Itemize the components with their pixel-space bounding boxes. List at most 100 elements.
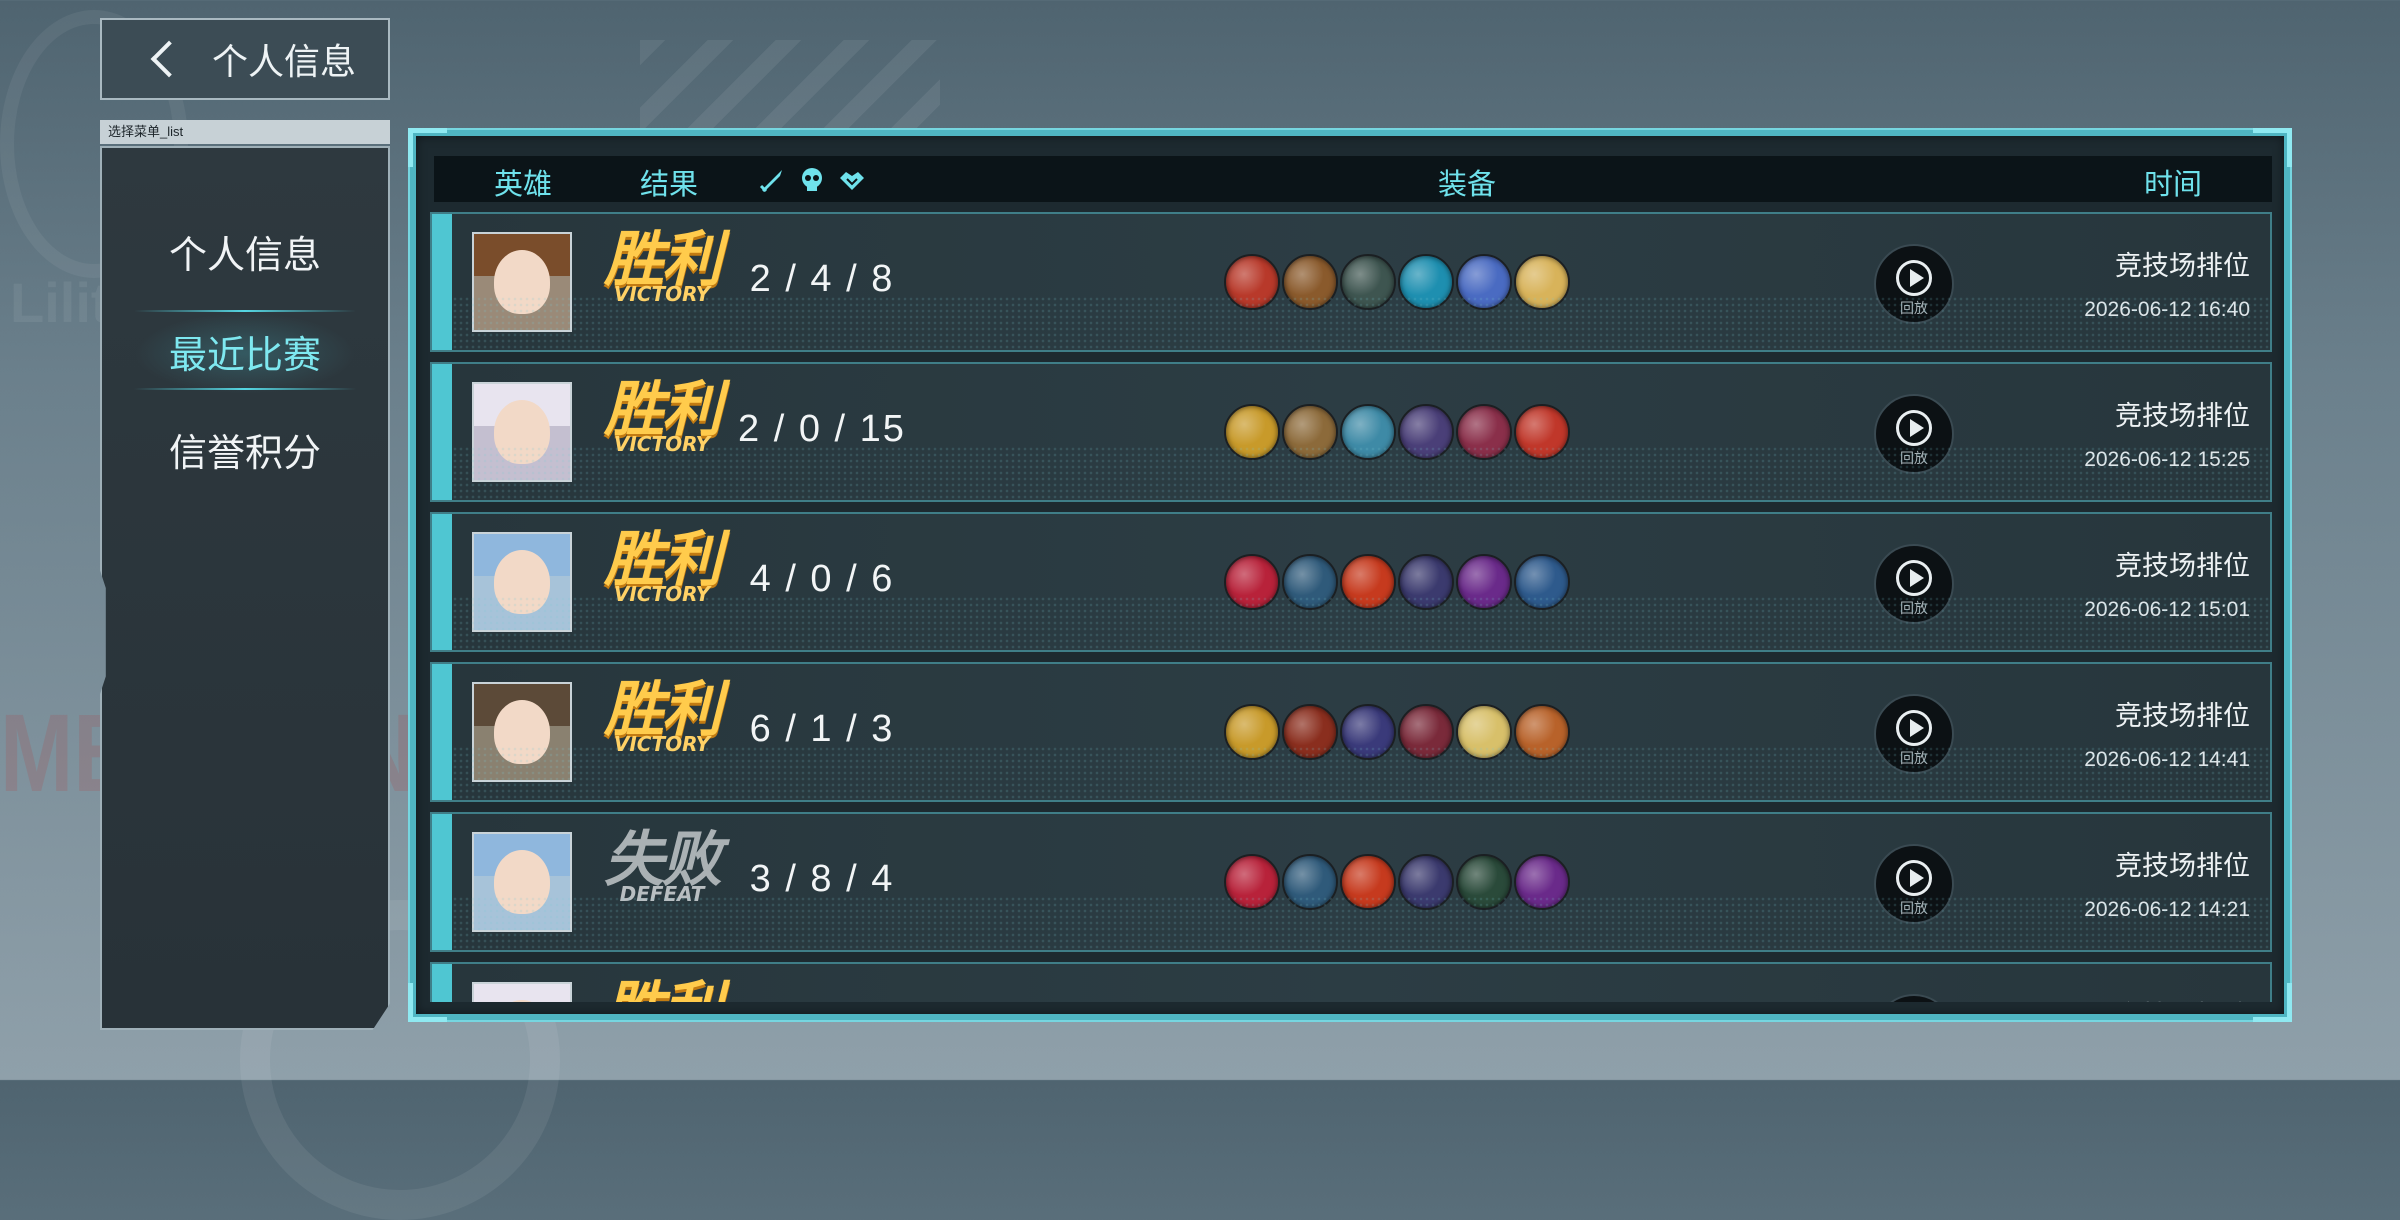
match-mode: 竞技场排位 (2115, 551, 2250, 582)
match-mode: 竞技场排位 (2115, 994, 2250, 1002)
match-row[interactable]: 胜利 VICTORY 4 / 0 / 6 回放 竞技场排位 2026-06-12… (430, 512, 2272, 652)
replay-button[interactable]: 回放 (1874, 394, 1954, 474)
match-result: 胜利 VICTORY (592, 528, 732, 604)
replay-label: 回放 (1900, 601, 1928, 617)
sword-icon (759, 170, 782, 193)
replay-button[interactable] (1874, 994, 1954, 1002)
equipment-item-icon[interactable] (1282, 704, 1338, 760)
hero-face (494, 400, 550, 464)
menu-caption: 选择菜单_list (100, 120, 390, 144)
equipment-list (1224, 404, 1570, 460)
replay-button[interactable]: 回放 (1874, 544, 1954, 624)
match-time: 2026-06-12 16:40 (2084, 298, 2250, 321)
menu-item-reputation[interactable]: 信誉积分 (102, 422, 388, 477)
match-row[interactable]: 胜利 VICTORY 6 / 1 / 3 回放 竞技场排位 2026-06-12… (430, 662, 2272, 802)
equipment-item-icon[interactable] (1456, 254, 1512, 310)
match-row-partial[interactable]: 胜利 竞技场排位 (430, 962, 2272, 1002)
header-equipment: 装备 (1438, 167, 1497, 201)
hero-portrait (472, 982, 572, 1002)
equipment-item-icon[interactable] (1282, 854, 1338, 910)
hero-portrait (472, 532, 572, 632)
kda-score: 3 / 8 / 4 (749, 858, 895, 900)
equipment-item-icon[interactable] (1224, 404, 1280, 460)
back-button[interactable]: 个人信息 (100, 18, 390, 100)
equipment-item-icon[interactable] (1456, 704, 1512, 760)
match-row[interactable]: 失败 DEFEAT 3 / 8 / 4 回放 竞技场排位 2026-06-12 … (430, 812, 2272, 952)
equipment-item-icon[interactable] (1224, 254, 1280, 310)
equipment-item-icon[interactable] (1340, 254, 1396, 310)
header-time: 时间 (2144, 167, 2203, 201)
equipment-list (1224, 854, 1570, 910)
hero-portrait (472, 382, 572, 482)
kda-score: 4 / 0 / 6 (749, 558, 895, 600)
replay-button[interactable]: 回放 (1874, 844, 1954, 924)
match-mode: 竞技场排位 (2115, 701, 2250, 732)
equipment-item-icon[interactable] (1282, 254, 1338, 310)
hero-face (494, 850, 550, 914)
equipment-list (1224, 554, 1570, 610)
equipment-item-icon[interactable] (1514, 854, 1570, 910)
menu-item-recent-matches[interactable]: 最近比赛 (102, 324, 388, 379)
kda-score: 6 / 1 / 3 (749, 708, 895, 750)
replay-label: 回放 (1900, 751, 1928, 767)
equipment-item-icon[interactable] (1398, 704, 1454, 760)
hero-portrait (472, 232, 572, 332)
match-list[interactable]: 胜利 VICTORY 2 / 4 / 8 回放 竞技场排位 2026-06-12… (430, 212, 2272, 1002)
equipment-item-icon[interactable] (1282, 554, 1338, 610)
menu-active-line-bottom (134, 388, 356, 390)
match-result: 胜利 (592, 978, 732, 1002)
replay-button[interactable]: 回放 (1874, 694, 1954, 774)
match-mode: 竞技场排位 (2115, 401, 2250, 432)
equipment-item-icon[interactable] (1398, 554, 1454, 610)
equipment-item-icon[interactable] (1514, 554, 1570, 610)
equipment-item-icon[interactable] (1340, 854, 1396, 910)
equipment-item-icon[interactable] (1398, 854, 1454, 910)
match-result: 失败 DEFEAT (592, 828, 732, 904)
equipment-item-icon[interactable] (1224, 554, 1280, 610)
match-mode: 竞技场排位 (2115, 851, 2250, 882)
play-icon (1910, 419, 1924, 437)
equipment-item-icon[interactable] (1456, 404, 1512, 460)
result-text: 胜利 (592, 978, 732, 1002)
kda-score: 2 / 4 / 8 (749, 258, 895, 300)
equipment-item-icon[interactable] (1398, 404, 1454, 460)
equipment-item-icon[interactable] (1514, 254, 1570, 310)
match-result: 胜利 VICTORY (592, 678, 732, 754)
replay-label: 回放 (1900, 901, 1928, 917)
equipment-item-icon[interactable] (1514, 704, 1570, 760)
equipment-list (1224, 254, 1570, 310)
kda-score: 2 / 0 / 15 (738, 408, 906, 450)
hero-face (494, 700, 550, 764)
handshake-icon (840, 172, 864, 190)
play-icon (1910, 869, 1924, 887)
match-time: 2026-06-12 14:21 (2084, 898, 2250, 921)
match-time: 2026-06-12 14:41 (2084, 748, 2250, 771)
match-row[interactable]: 胜利 VICTORY 2 / 0 / 15 回放 竞技场排位 2026-06-1… (430, 362, 2272, 502)
equipment-item-icon[interactable] (1282, 404, 1338, 460)
equipment-list (1224, 704, 1570, 760)
equipment-item-icon[interactable] (1340, 704, 1396, 760)
equipment-item-icon[interactable] (1340, 404, 1396, 460)
header-result: 结果 (640, 167, 699, 201)
equipment-item-icon[interactable] (1398, 254, 1454, 310)
match-history-panel: 英雄 结果 装备 时间 胜利 VICTORY 2 / 4 / 8 回放 竞技场排… (408, 128, 2292, 1022)
side-menu: 个人信息 最近比赛 信誉积分 (100, 146, 390, 1030)
match-row[interactable]: 胜利 VICTORY 2 / 4 / 8 回放 竞技场排位 2026-06-12… (430, 212, 2272, 352)
menu-active-line-top (134, 310, 356, 312)
hero-portrait (472, 832, 572, 932)
replay-button[interactable]: 回放 (1874, 244, 1954, 324)
equipment-item-icon[interactable] (1340, 554, 1396, 610)
hero-face (494, 250, 550, 314)
match-mode: 竞技场排位 (2115, 251, 2250, 282)
equipment-item-icon[interactable] (1224, 854, 1280, 910)
equipment-item-icon[interactable] (1456, 554, 1512, 610)
menu-item-personal-info[interactable]: 个人信息 (102, 224, 388, 279)
equipment-item-icon[interactable] (1224, 704, 1280, 760)
match-time: 2026-06-12 15:01 (2084, 598, 2250, 621)
equipment-item-icon[interactable] (1514, 404, 1570, 460)
header-hero: 英雄 (494, 167, 553, 201)
back-button-label: 个人信息 (212, 42, 357, 83)
match-result: 胜利 VICTORY (592, 378, 732, 454)
equipment-item-icon[interactable] (1456, 854, 1512, 910)
match-result: 胜利 VICTORY (592, 228, 732, 304)
